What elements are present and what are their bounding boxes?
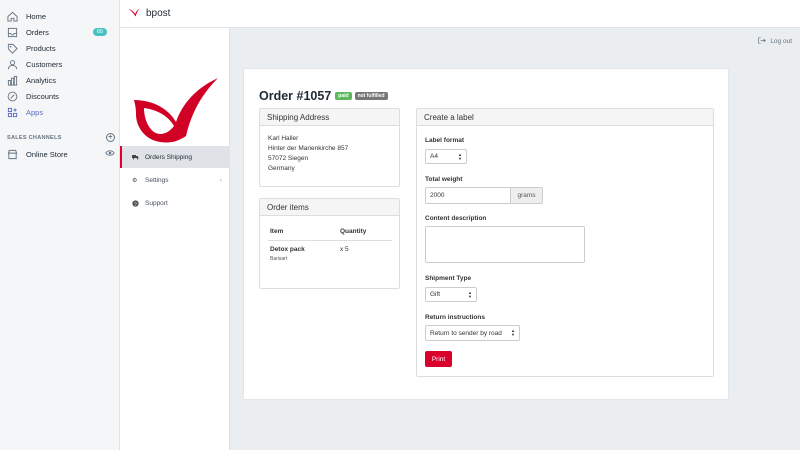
nav-label-discounts: Discounts — [26, 91, 59, 101]
item-vendor: Barisart — [270, 256, 288, 262]
orders-count-badge: 65 — [92, 28, 107, 36]
app-nav-settings[interactable]: ⚙ Settings ‹ — [120, 169, 230, 191]
chevron-left-icon: ‹ — [219, 176, 222, 184]
address-line: Hinter der Marienkirche 857 — [268, 145, 349, 152]
nav-label-customers: Customers — [26, 59, 63, 69]
nav-item-online-store[interactable]: Online Store — [7, 147, 115, 161]
create-label-panel: Create a label Label format A4 ▲ ▼ Total … — [416, 108, 714, 377]
discount-icon — [7, 91, 18, 102]
print-button[interactable]: Print — [425, 351, 452, 367]
weight-unit-addon: grams — [510, 187, 543, 204]
nav-label-products: Products — [26, 43, 56, 53]
order-items-heading: Order items — [260, 199, 399, 216]
address-line: 57072 Siegen — [268, 155, 309, 162]
select-arrows-icon: ▲ ▼ — [511, 328, 515, 337]
nav-item-home[interactable]: Home — [7, 9, 115, 23]
return-instructions-label: Return instructions — [425, 314, 485, 321]
help-icon: ? — [132, 199, 140, 207]
logout-link[interactable]: Log out — [758, 37, 792, 46]
item-quantity: x 5 — [340, 246, 349, 253]
select-arrows-icon: ▲ ▼ — [458, 151, 462, 161]
bar-chart-icon — [7, 75, 18, 86]
sales-channels-header: SALES CHANNELS + — [7, 133, 115, 142]
logout-icon — [758, 37, 767, 46]
app-nav-orders-shipping-label: Orders Shipping — [145, 153, 192, 161]
apps-icon — [7, 107, 18, 118]
fulfillment-status-badge: not fulfilled — [354, 92, 388, 100]
label-format-label: Label format — [425, 137, 465, 144]
shipment-type-label: Shipment Type — [425, 275, 472, 282]
shipping-address-panel: Shipping Address Karl Haller Hinter der … — [259, 108, 400, 187]
app-sidebar: Orders Shipping ⚙ Settings ‹ ? Support — [120, 28, 230, 450]
app-nav-support[interactable]: ? Support — [120, 192, 230, 214]
item-name: Detox pack — [270, 246, 305, 253]
gear-icon: ⚙ — [132, 177, 138, 184]
total-weight-value: 2000 — [430, 192, 445, 199]
brand-name: bpost — [146, 8, 171, 19]
nav-label-analytics: Analytics — [26, 75, 57, 85]
logout-label: Log out — [770, 38, 792, 45]
shipping-address-body: Karl Haller Hinter der Marienkirche 857 … — [260, 126, 399, 182]
total-weight-label: Total weight — [425, 176, 463, 183]
create-label-heading: Create a label — [417, 109, 713, 126]
shipment-type-value: Gift — [430, 291, 441, 298]
paid-status-badge: paid — [335, 92, 352, 100]
bpost-logo-icon — [134, 78, 218, 143]
nav-item-orders[interactable]: Orders 65 — [7, 25, 115, 39]
person-icon — [7, 59, 18, 70]
nav-item-apps[interactable]: Apps — [7, 105, 115, 119]
nav-item-discounts[interactable]: Discounts — [7, 89, 115, 103]
nav-label-home: Home — [26, 11, 47, 21]
eye-icon[interactable] — [105, 149, 115, 159]
app-nav-orders-shipping[interactable]: Orders Shipping — [120, 146, 230, 168]
nav-item-products[interactable]: Products — [7, 41, 115, 55]
svg-text:?: ? — [134, 201, 137, 207]
select-arrows-icon: ▲ ▼ — [468, 289, 472, 299]
app-topbar: bpost — [120, 0, 800, 28]
add-channel-icon[interactable]: + — [106, 133, 115, 142]
shipping-address-heading: Shipping Address — [260, 109, 399, 126]
shipment-type-select[interactable]: Gift ▲ ▼ — [425, 287, 477, 302]
label-format-value: A4 — [430, 153, 438, 160]
address-line: Karl Haller — [268, 135, 299, 142]
sales-channels-label: SALES CHANNELS — [7, 134, 62, 141]
return-instructions-value: Return to sender by road — [430, 329, 502, 337]
orders-icon — [7, 27, 18, 38]
table-row: Detox pack Barisart x 5 — [268, 241, 392, 268]
content-description-textarea[interactable] — [425, 226, 585, 263]
return-instructions-select[interactable]: Return to sender by road ▲ ▼ — [425, 325, 520, 341]
order-card: Order #1057 paid not fulfilled Shipping … — [243, 68, 729, 400]
home-icon — [7, 11, 18, 22]
truck-icon — [132, 154, 140, 160]
nav-item-customers[interactable]: Customers — [7, 57, 115, 71]
bpost-mini-logo-icon — [128, 8, 140, 19]
nav-label-apps: Apps — [26, 107, 44, 117]
item-cell: Detox pack Barisart — [268, 241, 338, 268]
address-line: Germany — [268, 165, 295, 172]
total-weight-input[interactable]: 2000 — [425, 187, 511, 204]
label-format-select[interactable]: A4 ▲ ▼ — [425, 149, 467, 164]
store-icon — [7, 149, 18, 160]
nav-label-online-store: Online Store — [26, 149, 68, 159]
order-title-row: Order #1057 paid not fulfilled — [259, 89, 388, 103]
app-nav-support-label: Support — [145, 199, 168, 207]
page-title: Order #1057 — [259, 89, 332, 103]
column-header-item: Item — [268, 222, 338, 241]
nav-item-analytics[interactable]: Analytics — [7, 73, 115, 87]
order-items-table: Item Quantity Detox pack Barisart x 5 — [268, 222, 392, 267]
shopify-sidebar: Home Orders 65 Products Customers Analyt… — [0, 0, 120, 450]
nav-label-orders: Orders — [26, 27, 49, 37]
content-description-label: Content description — [425, 215, 487, 222]
app-nav-settings-label: Settings — [145, 176, 169, 184]
tag-icon — [7, 43, 18, 54]
column-header-quantity: Quantity — [338, 222, 392, 241]
order-items-panel: Order items Item Quantity Detox pack Bar… — [259, 198, 400, 289]
